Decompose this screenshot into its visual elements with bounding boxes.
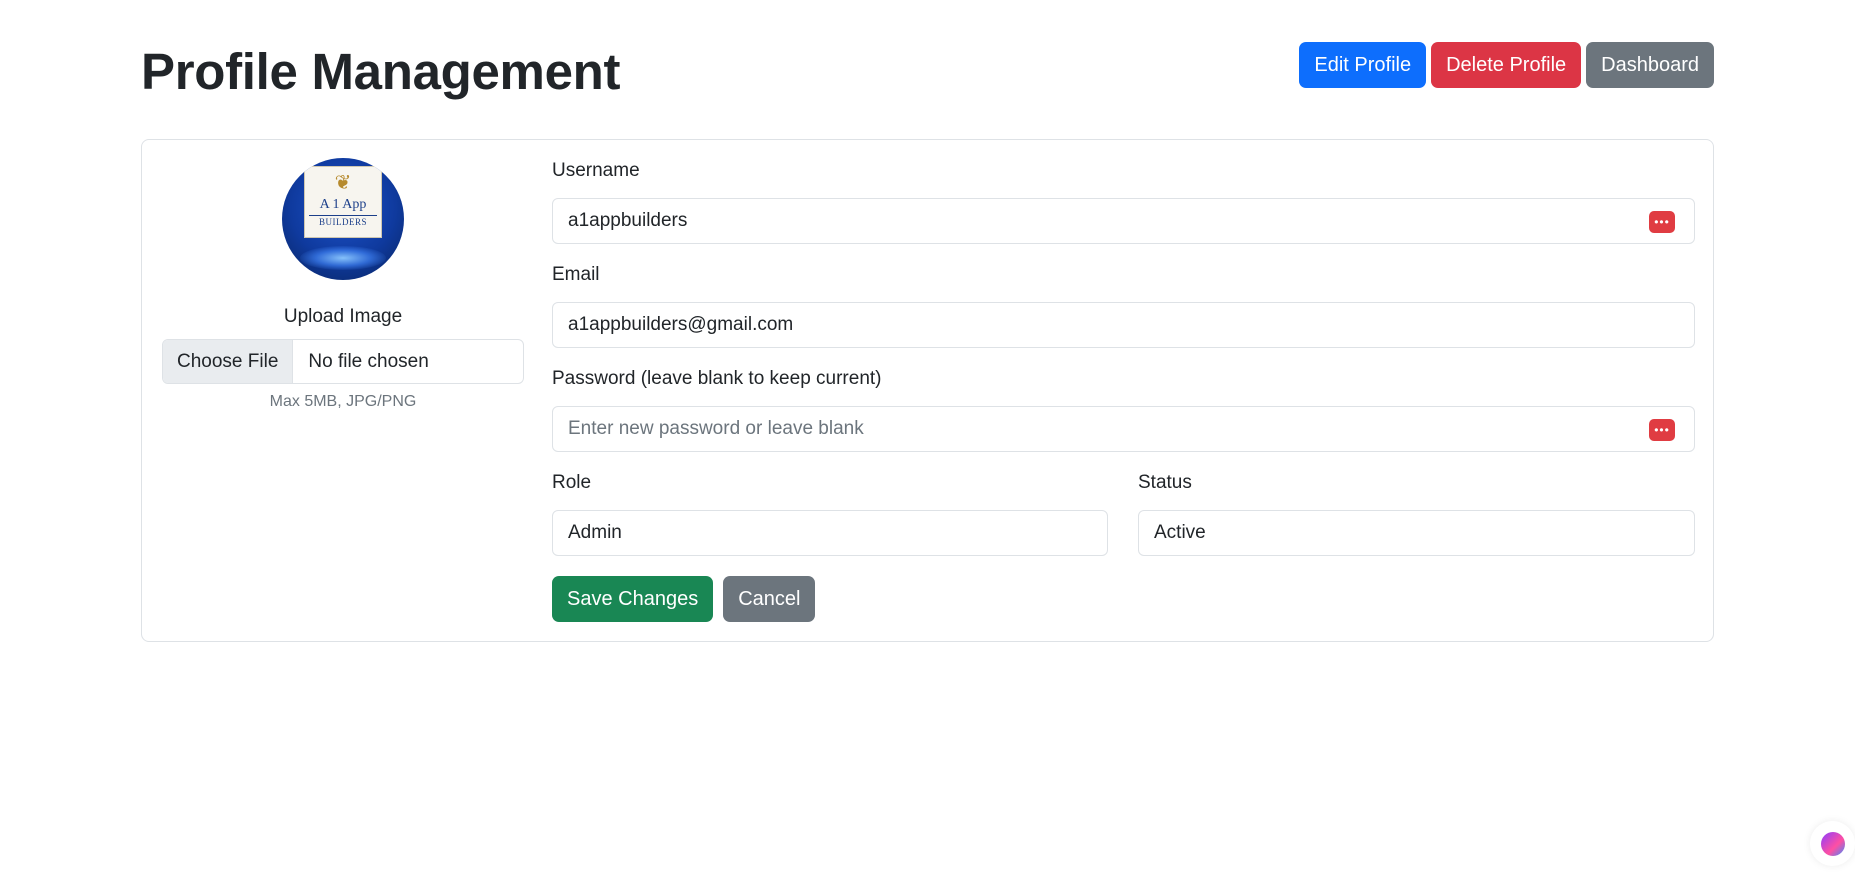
status-value: Active	[1154, 522, 1206, 543]
brain-icon-glyph	[1820, 831, 1845, 856]
email-label: Email	[552, 264, 600, 285]
username-input[interactable]: a1appbuilders •••	[552, 198, 1695, 244]
avatar-logo-text: A 1 App	[319, 197, 367, 212]
avatar-glow	[300, 246, 386, 270]
password-manager-icon[interactable]: •••	[1649, 419, 1675, 441]
file-status-text: No file chosen	[308, 350, 429, 372]
avatar-logo-plate: ❦ A 1 App BUILDERS	[304, 166, 382, 238]
edit-profile-button[interactable]: Edit Profile	[1299, 42, 1427, 88]
header-actions: Edit Profile Delete Profile Dashboard	[1299, 42, 1714, 88]
role-input[interactable]: Admin	[552, 510, 1108, 556]
username-label: Username	[552, 160, 640, 181]
username-value: a1appbuilders	[568, 210, 688, 231]
upload-hint: Max 5MB, JPG/PNG	[269, 393, 417, 410]
password-placeholder: Enter new password or leave blank	[568, 418, 864, 439]
avatar-logo-subtext: BUILDERS	[309, 215, 377, 227]
dashboard-button[interactable]: Dashboard	[1586, 42, 1714, 88]
password-manager-icon[interactable]: •••	[1649, 211, 1675, 233]
brain-icon[interactable]	[1810, 821, 1855, 866]
save-changes-button[interactable]: Save Changes	[552, 576, 714, 622]
upload-image-label: Upload Image	[283, 306, 403, 327]
laurel-icon: ❦	[334, 170, 352, 194]
cancel-button[interactable]: Cancel	[723, 576, 816, 622]
role-label: Role	[552, 472, 592, 493]
status-input[interactable]: Active	[1138, 510, 1695, 556]
profile-management-page: Profile Management Edit Profile Delete P…	[0, 0, 1855, 883]
email-value: a1appbuilders@gmail.com	[568, 314, 794, 335]
status-label: Status	[1138, 472, 1192, 493]
password-label: Password (leave blank to keep current)	[552, 368, 882, 389]
email-input[interactable]: a1appbuilders@gmail.com	[552, 302, 1695, 348]
profile-avatar: ❦ A 1 App BUILDERS	[282, 158, 404, 280]
delete-profile-button[interactable]: Delete Profile	[1431, 42, 1582, 88]
image-file-input[interactable]: Choose File No file chosen	[162, 339, 524, 384]
form-actions: Save Changes Cancel	[552, 576, 816, 622]
choose-file-button[interactable]: Choose File	[163, 340, 294, 383]
profile-card: ❦ A 1 App BUILDERS Upload Image Choose F…	[141, 139, 1714, 642]
password-input[interactable]: Enter new password or leave blank •••	[552, 406, 1695, 452]
role-value: Admin	[568, 522, 622, 543]
page-title: Profile Management	[141, 43, 621, 100]
avatar-column: ❦ A 1 App BUILDERS Upload Image Choose F…	[162, 158, 524, 411]
